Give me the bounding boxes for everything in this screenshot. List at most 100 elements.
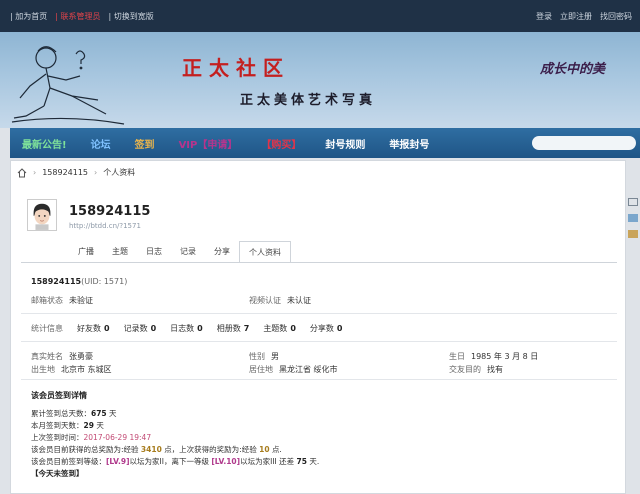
stat-records-value: 0 [150,324,157,333]
email-status: 邮箱状态 未验证 [31,295,93,306]
tab-broadcast[interactable]: 广播 [69,241,103,263]
signin-today-link[interactable]: 【今天未签到】 [31,468,84,479]
stat-threads-label: 主题数 [263,324,288,333]
side-envelope-icon[interactable] [628,214,638,222]
signin-level-mid: ，离下一等级 [163,457,209,466]
profile-heading: 158924115(UID: 1571) [31,277,127,286]
stat-friends[interactable]: 好友数 0 [77,323,110,334]
birthday: 生日 1985 年 3 月 8 日 [449,351,538,362]
signin-reward-mid: 点，上次获得的奖励为:经验 [164,445,257,454]
login-link[interactable]: 登录 [536,11,552,22]
nav-purchase[interactable]: 【购买】 [249,136,313,151]
main-nav: 最新公告! 论坛 签到 VIP【申请】 【购买】 封号规则 举报封号 [10,128,640,158]
side-folder-icon[interactable] [628,230,638,238]
side-document-icon[interactable] [628,198,638,206]
signin-reward-suffix: 点. [271,445,282,454]
stat-shares-value: 0 [336,324,343,333]
signin-level-remaining: 75 [296,457,307,466]
stat-blogs-value: 0 [197,324,203,333]
stats-row: 统计信息 好友数 0 记录数 0 日志数 0 相册数 7 主题数 0 分享数 0 [31,323,342,334]
stat-albums-value: 7 [243,324,250,333]
stat-shares-label: 分享数 [309,324,334,333]
signin-reward-prefix: 该会员目前获得的总奖励为:经验 [31,445,139,454]
signin-last-reward-value: 10 [259,445,270,454]
residence-value: 黑龙江省 绥化市 [279,365,338,374]
tab-threads[interactable]: 主题 [103,241,137,263]
forgot-password-link[interactable]: 找回密码 [600,11,632,22]
birthplace: 出生地 北京市 东城区 [31,364,112,375]
breadcrumb-separator: › [33,168,37,177]
gender-value: 男 [271,352,279,361]
set-homepage-link[interactable]: | 加为首页 [10,11,47,22]
birthplace-label: 出生地 [31,365,55,374]
real-name-label: 真实姓名 [31,352,63,361]
gender: 性别男 [249,351,279,362]
contact-admin-link[interactable]: | 联系管理员 [55,11,100,22]
breadcrumb-user[interactable]: 158924115 [42,168,88,177]
signin-month-days-unit: 天 [96,421,104,430]
stat-blogs[interactable]: 日志数 0 [170,323,203,334]
tab-blog[interactable]: 日志 [137,241,171,263]
dating-purpose: 交友目的 找有 [449,364,503,375]
profile-heading-name: 158924115 [31,277,82,286]
signin-month-days-label: 本月签到天数： [31,421,84,430]
divider [21,341,617,342]
site-title: 正太社区 [182,56,290,80]
divider [21,313,617,314]
birthplace-value: 北京市 东城区 [61,365,112,374]
signin-last-time-value: 2017-06-29 19:47 [83,433,152,442]
tabs-divider [21,262,617,263]
stat-threads[interactable]: 主题数 0 [263,323,296,334]
signin-level-suffix: 天. [309,457,320,466]
signin-level-prefix: 该会员目前签到等级： [31,457,106,466]
signin-level: 该会员目前签到等级：[LV.9]以坛为家II，离下一等级 [LV.10]以坛为家… [31,456,319,467]
profile-tabs: 广播 主题 日志 记录 分享 个人资料 [69,241,291,263]
banner-sketch-illustration [11,46,125,125]
tab-profile[interactable]: 个人资料 [239,241,291,263]
birthday-label: 生日 [449,352,465,361]
email-status-value: 未验证 [69,296,93,305]
register-link[interactable]: 立即注册 [560,11,592,22]
profile-username: 158924115 [69,204,151,219]
tab-share[interactable]: 分享 [205,241,239,263]
signin-total-days-label: 累计签到总天数： [31,409,91,418]
stat-blogs-label: 日志数 [170,324,195,333]
signin-level-current: [LV.9] [106,457,130,466]
signin-level-next: [LV.10] [211,457,241,466]
switch-wide-link[interactable]: | 切换到宽版 [109,11,154,22]
signin-month-days-value: 29 [83,421,94,430]
stat-shares[interactable]: 分享数 0 [310,323,343,334]
signin-level-remaining-label: 还差 [279,457,295,466]
breadcrumb-separator: › [94,168,98,177]
search-input[interactable] [532,136,636,150]
stat-albums-label: 相册数 [216,324,241,333]
signin-last-time-label: 上次签到时间： [31,433,84,442]
nav-forum[interactable]: 论坛 [79,136,123,151]
tab-records[interactable]: 记录 [171,241,205,263]
stats-label: 统计信息 [31,324,63,333]
breadcrumb: › 158924115 › 个人资料 [17,167,135,178]
nav-announcement[interactable]: 最新公告! [10,136,79,151]
video-auth-value: 未认证 [287,296,311,305]
nav-report-ban[interactable]: 举报封号 [377,136,441,151]
avatar[interactable] [27,199,57,231]
birthday-value: 1985 年 3 月 8 日 [471,352,539,361]
signin-title: 该会员签到详情 [31,391,87,400]
site-subtitle: 正太美体艺术写真 [240,93,377,108]
profile-space-link[interactable]: http://btdd.cn/?1571 [69,222,141,230]
nav-vip-apply[interactable]: VIP【申请】 [167,136,250,151]
stat-albums[interactable]: 相册数 7 [217,323,250,334]
home-icon[interactable] [17,167,27,178]
real-name-value: 张勇豪 [69,352,93,361]
signin-reward-value: 3410 [140,445,162,454]
nav-ban-rules[interactable]: 封号规则 [313,136,377,151]
residence: 居住地 黑龙江省 绥化市 [249,364,338,375]
signin-last-time: 上次签到时间：2017-06-29 19:47 [31,432,151,443]
dating-purpose-value: 找有 [487,365,503,374]
signin-total-days-value: 675 [91,409,107,418]
nav-signin[interactable]: 签到 [123,136,167,151]
breadcrumb-page: 个人资料 [103,168,136,177]
profile-uid: (UID: 1571) [81,277,128,286]
divider [21,379,617,380]
stat-records[interactable]: 记录数 0 [124,323,157,334]
